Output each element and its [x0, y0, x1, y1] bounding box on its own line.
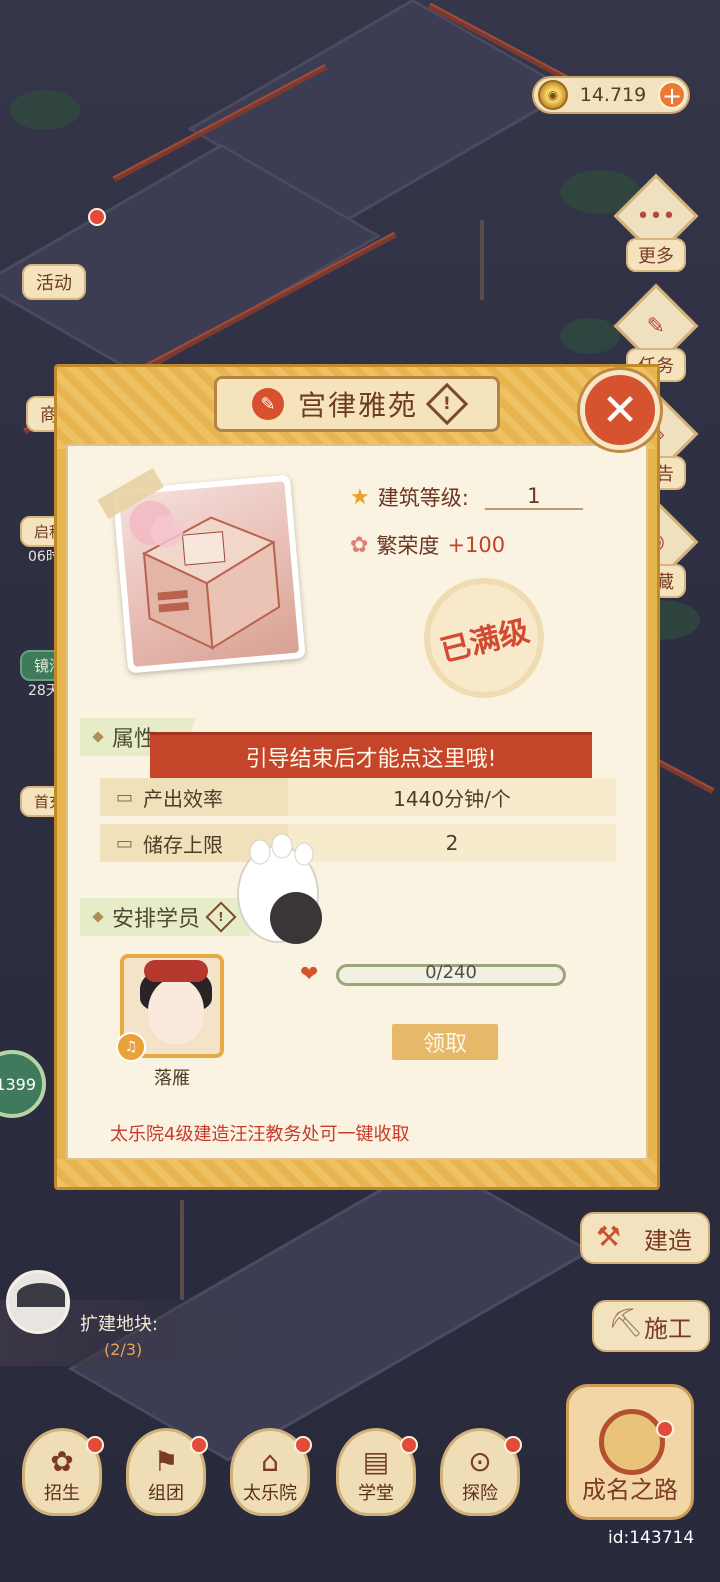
scroll-icon: ▭	[116, 832, 134, 854]
more-label: 更多	[626, 238, 686, 272]
prosperity-row: ✿ 繁荣度 +100	[350, 530, 505, 560]
student-name: 落雁	[154, 1068, 190, 1089]
notification-dot	[400, 1436, 418, 1454]
notification-dot	[88, 208, 106, 226]
flower-icon: ✿	[350, 532, 369, 558]
close-button[interactable]: ✕	[580, 370, 660, 450]
notification-dot	[294, 1436, 312, 1454]
bush	[560, 318, 620, 354]
modal-title: 宫律雅苑	[297, 389, 418, 422]
student-face	[148, 978, 204, 1044]
level-label: 建筑等级:	[377, 486, 469, 510]
bare-tree	[480, 220, 484, 300]
building-detail-modal: ✎ 宫律雅苑 ! ✕ ★ 建筑等级: 1 ✿ 繁荣度 +100 已满级 属性 引…	[54, 364, 660, 1190]
info-warning-icon[interactable]: !	[425, 382, 469, 426]
bare-tree	[180, 1200, 184, 1300]
fame-road-button[interactable]: 成名之路	[566, 1384, 694, 1520]
add-coin-button[interactable]: +	[658, 81, 686, 109]
level-value: 1	[484, 484, 583, 510]
drum-icon	[599, 1409, 665, 1475]
progress-text: 0/240	[425, 962, 477, 983]
attr-row-storage: ▭ 储存上限 2	[100, 824, 616, 862]
dog-icon: ✿	[50, 1445, 74, 1478]
book-icon: ▤	[362, 1445, 390, 1478]
more-button[interactable]: ••• 更多	[613, 173, 699, 272]
shovel-icon: ⛏	[608, 1306, 644, 1339]
expand-land-title: 扩建地块:	[80, 1314, 159, 1335]
notification-dot	[656, 1420, 674, 1438]
bush	[10, 90, 80, 130]
binoculars-icon: ⊙	[468, 1445, 492, 1478]
activity-button[interactable]: 活动	[22, 264, 86, 300]
notification-dot	[190, 1436, 208, 1454]
husky-icon	[6, 1270, 70, 1334]
notification-dot	[504, 1436, 522, 1454]
building-image	[118, 481, 300, 667]
build-button[interactable]: ⚒ 建造	[580, 1212, 710, 1264]
building-level-row: ★ 建筑等级: 1	[350, 482, 583, 512]
guide-paw-icon	[237, 833, 322, 944]
star-icon: ★	[350, 484, 370, 510]
student-type-icon: ♫	[116, 1032, 146, 1062]
prosperity-label: 繁荣度	[376, 534, 440, 558]
footer-note: 太乐院4级建造汪汪教务处可一键收取	[110, 1124, 410, 1145]
user-id: id:143714	[608, 1528, 695, 1548]
title-plate: ✎ 宫律雅苑 !	[214, 376, 500, 432]
flag-icon: ⚑	[153, 1445, 179, 1478]
guide-banner: 引导结束后才能点这里哦!	[150, 732, 592, 782]
hammer-icon: ⚒	[596, 1220, 622, 1253]
brush-icon: ✎	[251, 388, 284, 420]
expand-land-count: (2/3)	[104, 1340, 143, 1359]
notification-dot	[86, 1436, 104, 1454]
modal-footer-pattern	[57, 1159, 657, 1187]
maxed-stamp: 已满级	[424, 578, 544, 698]
heart-icon: ❤	[300, 962, 319, 987]
scroll-icon: ▭	[116, 786, 134, 808]
construct-button[interactable]: ⛏ 施工	[592, 1300, 710, 1352]
student-headdress	[144, 960, 208, 982]
coin-icon: ◉	[538, 80, 568, 110]
coin-value: 14.719	[579, 84, 647, 106]
building-image-card	[97, 467, 306, 674]
coin-counter[interactable]: ◉ 14.719 +	[532, 76, 690, 114]
house-icon: ⌂	[261, 1445, 279, 1478]
claim-button[interactable]: 领取	[392, 1024, 498, 1060]
attr-row-output: ▭ 产出效率 1440分钟/个	[100, 778, 616, 816]
maxed-stamp-text: 已满级	[436, 613, 533, 670]
prosperity-value: +100	[447, 533, 506, 557]
